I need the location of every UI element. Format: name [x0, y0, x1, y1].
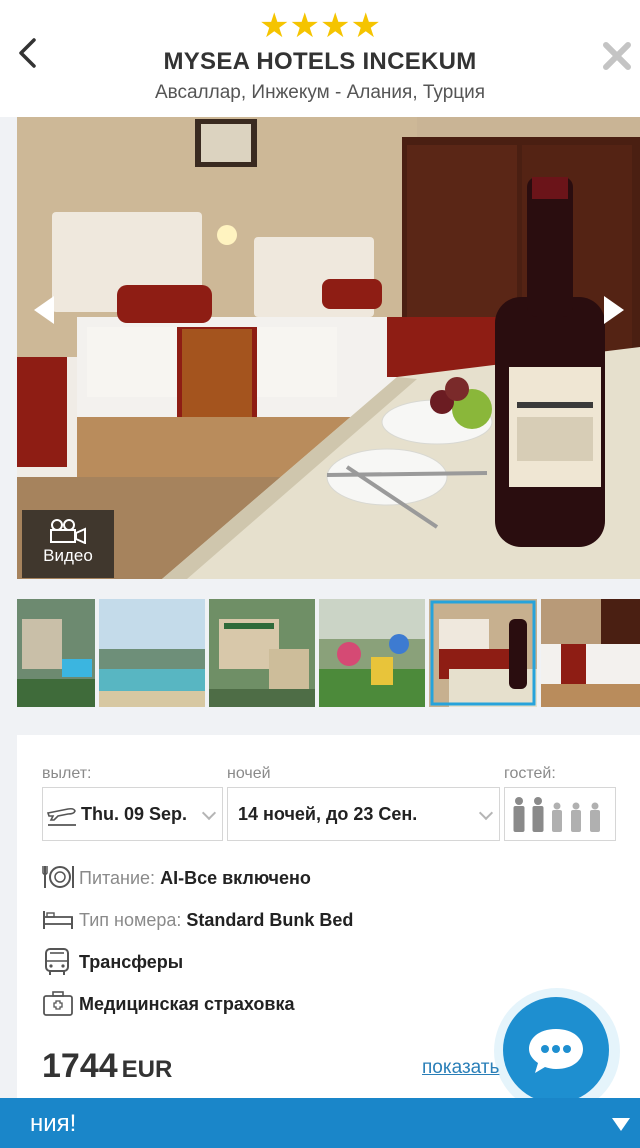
thumbnail[interactable] — [541, 599, 640, 707]
thumbnail-active[interactable] — [429, 599, 537, 707]
star-rating: ★★★★ — [259, 7, 381, 45]
banner-text: ния! — [30, 1110, 77, 1137]
nights-select[interactable]: 14 ночей, до 23 Сен. — [227, 787, 500, 841]
price-currency: EUR — [121, 1056, 173, 1083]
plate-cutlery-icon — [42, 866, 74, 888]
nights-label: ночей — [227, 765, 271, 782]
nights-value: 14 ночей, до 23 Сен. — [238, 804, 418, 824]
thumbnail[interactable] — [319, 599, 425, 707]
chat-bubble-icon — [529, 1029, 583, 1073]
departure-date-select[interactable]: Thu. 09 Sep. — [42, 787, 223, 841]
caret-down-icon[interactable] — [612, 1118, 630, 1131]
plane-icon — [46, 807, 76, 826]
departure-label: вылет: — [42, 765, 92, 782]
chevron-down-icon — [478, 805, 494, 821]
guests-select[interactable] — [504, 787, 616, 841]
guests-label: гостей: — [504, 765, 556, 782]
hotel-title: MYSEA HOTELS INCEKUM — [163, 48, 477, 75]
insurance-text: Медицинская страховка — [79, 994, 295, 1014]
header: ★★★★ MYSEA HOTELS INCEKUM Авсаллар, Инже… — [0, 0, 640, 117]
show-link[interactable]: показать — [422, 1057, 499, 1079]
person-icon — [513, 797, 525, 832]
meal-value: AI-Все включено — [160, 868, 311, 888]
hotel-location: Авсаллар, Инжекум - Алания, Турция — [154, 82, 486, 103]
bed-icon — [43, 911, 73, 929]
gallery-prev-button[interactable] — [34, 296, 54, 324]
room-value: Standard Bunk Bed — [186, 910, 354, 930]
video-camera-icon — [50, 519, 86, 544]
departure-date-value: Thu. 09 Sep. — [81, 804, 188, 824]
meal-label: Питание: — [79, 868, 156, 888]
chevron-down-icon — [201, 805, 217, 821]
bus-icon — [45, 948, 69, 975]
person-icon — [532, 797, 544, 832]
thumbnail-strip — [17, 599, 640, 707]
gallery-next-button[interactable] — [604, 296, 624, 324]
medkit-icon — [43, 991, 73, 1016]
thumbnail[interactable] — [99, 599, 205, 707]
video-label: Видео — [43, 546, 93, 565]
price-amount: 1744 — [42, 1047, 118, 1085]
thumbnail[interactable] — [209, 599, 315, 707]
person-icon — [552, 802, 562, 832]
price: 1744 EUR — [42, 1047, 172, 1086]
transfer-text: Трансферы — [79, 952, 184, 972]
guests-icon — [513, 797, 600, 832]
room-label: Тип номера: — [79, 910, 182, 930]
promo-banner[interactable]: ния! — [0, 1098, 640, 1148]
thumbnail[interactable] — [17, 599, 95, 707]
person-icon — [590, 802, 600, 832]
video-button[interactable]: Видео — [22, 510, 114, 578]
person-icon — [571, 802, 581, 832]
chat-button[interactable] — [503, 997, 609, 1103]
